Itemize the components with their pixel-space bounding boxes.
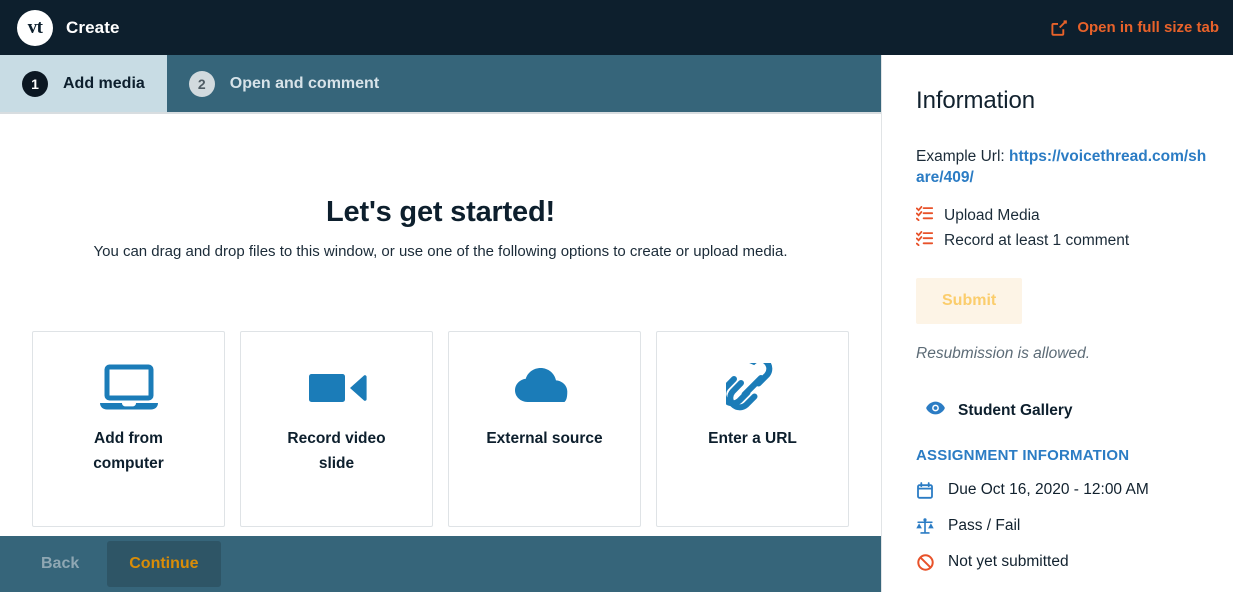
video-camera-icon: [306, 332, 368, 418]
option-record-video-slide[interactable]: Record video slide: [240, 331, 433, 527]
option-enter-a-url[interactable]: Enter a URL: [656, 331, 849, 527]
step-tabbar: 1 Add media 2 Open and comment: [0, 55, 881, 112]
voicethread-logo-icon: vt: [17, 9, 53, 46]
calendar-icon: [916, 481, 934, 499]
tab-open-and-comment[interactable]: 2 Open and comment: [167, 55, 401, 112]
wizard-action-bar: Back Continue: [0, 536, 881, 592]
tab-add-media-label: Add media: [63, 74, 145, 92]
tab-add-media[interactable]: 1 Add media: [0, 55, 167, 112]
page-title: Create: [66, 17, 120, 37]
assignment-information-heading: ASSIGNMENT INFORMATION: [916, 447, 1130, 465]
cloud-icon: [514, 332, 576, 418]
tab-open-and-comment-label: Open and comment: [229, 74, 380, 92]
requirement-record-comment: Record at least 1 comment: [915, 231, 1209, 256]
requirements-list: Upload Media Record at least 1 comment: [915, 188, 1209, 256]
eye-icon: [926, 401, 945, 420]
example-url-label: Example Url:: [916, 148, 1005, 165]
option-external-source[interactable]: External source: [448, 331, 641, 527]
option-add-from-computer[interactable]: Add from computer: [32, 331, 225, 527]
hero-title: Let's get started!: [326, 196, 555, 228]
option-add-from-computer-label: Add from computer: [93, 430, 164, 473]
requirement-upload-media: Upload Media: [915, 206, 1209, 231]
back-button[interactable]: Back: [31, 547, 89, 581]
assignment-due-date-label: Due Oct 16, 2020 - 12:00 AM: [948, 481, 1149, 499]
student-gallery-label: Student Gallery: [958, 401, 1073, 419]
list-check-icon: [915, 206, 934, 226]
brand: vt Create: [0, 9, 120, 46]
submit-button[interactable]: Submit: [916, 278, 1023, 325]
tab-number-1: 1: [22, 70, 48, 97]
resubmission-note: Resubmission is allowed.: [916, 345, 1091, 363]
open-in-full-size-tab-button[interactable]: Open in full size tab: [1050, 0, 1219, 55]
information-panel: Information Example Url: https://voiceth…: [882, 55, 1233, 592]
hero-subtitle: You can drag and drop files to this wind…: [93, 243, 788, 260]
information-heading: Information: [916, 87, 1035, 114]
create-main-area: Let's get started! You can drag and drop…: [0, 114, 881, 536]
assignment-grading-type-label: Pass / Fail: [948, 517, 1021, 535]
ban-icon: [916, 554, 934, 571]
balance-scale-icon: [916, 518, 934, 535]
open-in-full-size-tab-label: Open in full size tab: [1077, 19, 1219, 36]
example-url-row: Example Url: https://voicethread.com/sha…: [916, 115, 1209, 188]
option-external-source-label: External source: [486, 430, 603, 447]
requirement-record-comment-label: Record at least 1 comment: [944, 232, 1130, 250]
assignment-grading-type: Pass / Fail: [916, 517, 1209, 553]
assignment-submission-status: Not yet submitted: [916, 553, 1209, 589]
media-source-options: Add from computer Record video slide Ext…: [32, 331, 850, 527]
requirement-upload-media-label: Upload Media: [944, 207, 1040, 225]
laptop-icon: [98, 332, 160, 418]
assignment-due-date: Due Oct 16, 2020 - 12:00 AM: [916, 481, 1209, 517]
option-enter-a-url-label: Enter a URL: [708, 430, 797, 447]
option-record-video-slide-label: Record video slide: [287, 430, 386, 473]
continue-button[interactable]: Continue: [107, 541, 221, 587]
app-header: vt Create Open in full size tab: [0, 0, 1233, 55]
assignment-submission-status-label: Not yet submitted: [948, 553, 1069, 571]
tab-number-2: 2: [188, 70, 215, 97]
voicethread-create-window: vt Create Open in full size tab 1 Add me…: [0, 0, 1233, 592]
assignment-information-list: Due Oct 16, 2020 - 12:00 AM Pass / Fail: [916, 464, 1209, 589]
student-gallery-link[interactable]: Student Gallery: [916, 363, 1209, 420]
external-link-icon: [1050, 19, 1068, 37]
link-chain-icon: [725, 332, 780, 418]
list-check-icon: [915, 231, 934, 251]
